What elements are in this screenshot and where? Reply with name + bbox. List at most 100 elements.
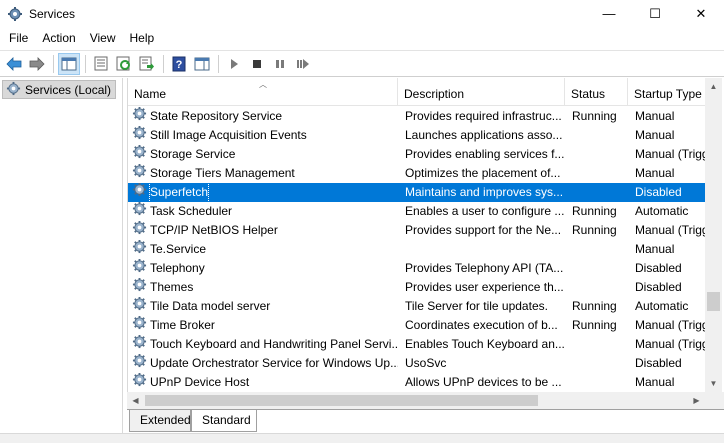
table-row[interactable]: Telephony Provides Telephony API (TA... Di…: [128, 259, 708, 278]
service-description: Optimizes the placement of...: [405, 166, 561, 180]
pause-service-button[interactable]: [269, 53, 291, 75]
service-name: Storage Service: [150, 147, 236, 161]
table-row[interactable]: Update Orchestrator Service for Windows …: [128, 354, 708, 373]
table-row[interactable]: Still Image Acquisition Events Launches a…: [128, 126, 708, 145]
horizontal-scrollbar[interactable]: ◀ ▶: [127, 392, 705, 409]
service-name-cell: Storage Service: [132, 145, 398, 164]
minimize-button[interactable]: —: [586, 0, 632, 27]
service-name: UPnP Device Host: [150, 375, 250, 389]
service-description: UsoSvc: [405, 356, 447, 370]
pause-service-icon: [276, 59, 284, 68]
column-header-description[interactable]: Description: [398, 78, 565, 106]
service-name: Tile Data model server: [150, 299, 271, 313]
close-button[interactable]: ✕: [678, 0, 724, 27]
table-row[interactable]: Touch Keyboard and Handwriting Panel Ser…: [128, 335, 708, 354]
table-row[interactable]: Te.Service Manual: [128, 240, 708, 259]
show-hide-console-tree-button[interactable]: [58, 52, 80, 75]
refresh-button[interactable]: [113, 53, 135, 75]
service-name-cell: TCP/IP NetBIOS Helper: [132, 221, 398, 240]
vertical-scroll-thumb[interactable]: [707, 292, 720, 311]
table-row[interactable]: Storage Tiers Management Optimizes the pl…: [128, 164, 708, 183]
service-gear-icon: [132, 221, 147, 240]
service-startup-type: Manual (Trigg: [635, 223, 708, 237]
scroll-right-icon[interactable]: ▶: [688, 392, 705, 409]
service-gear-icon: [132, 126, 147, 145]
service-startup-type: Manual: [635, 128, 675, 142]
properties-button[interactable]: [90, 53, 112, 75]
service-description: Provides user experience th...: [405, 280, 564, 294]
service-status: [572, 183, 630, 202]
table-row[interactable]: Tile Data model server Tile Server for ti…: [128, 297, 708, 316]
menu-action[interactable]: Action: [35, 28, 82, 49]
service-description: Tile Server for tile updates.: [405, 299, 548, 313]
service-gear-icon: [132, 145, 147, 164]
services-rows: State Repository Service Provides require…: [128, 107, 708, 392]
back-button[interactable]: [3, 53, 25, 75]
service-description: Enables a user to configure ...: [405, 204, 565, 218]
table-row[interactable]: Time Broker Coordinates execution of b...…: [128, 316, 708, 335]
service-startup-type: Automatic: [635, 204, 689, 218]
forward-button[interactable]: [26, 53, 48, 75]
table-row[interactable]: UPnP Device Host Allows UPnP devices to b…: [128, 373, 708, 392]
menu-view[interactable]: View: [83, 28, 123, 49]
service-status: [572, 373, 630, 392]
maximize-button[interactable]: ☐: [632, 0, 678, 27]
service-startup-type: Disabled: [635, 261, 682, 275]
table-row[interactable]: Storage Service Provides enabling service…: [128, 145, 708, 164]
table-row[interactable]: Superfetch Maintains and improves sys... D…: [128, 183, 708, 202]
service-gear-icon: [132, 107, 147, 126]
service-gear-icon: [132, 183, 147, 202]
horizontal-scroll-thumb[interactable]: [145, 395, 538, 406]
service-status: [572, 335, 630, 354]
scroll-down-icon[interactable]: ▼: [705, 375, 722, 392]
service-name: State Repository Service: [150, 109, 283, 123]
service-name: Superfetch: [148, 183, 210, 202]
service-startup-type: Manual: [635, 166, 675, 180]
vertical-scrollbar[interactable]: ▲ ▼: [705, 78, 722, 392]
service-startup-type: Manual (Trigg: [635, 337, 708, 351]
table-row[interactable]: Task Scheduler Enables a user to configur…: [128, 202, 708, 221]
scroll-up-icon[interactable]: ▲: [705, 78, 722, 95]
table-row[interactable]: TCP/IP NetBIOS Helper Provides support fo…: [128, 221, 708, 240]
column-header-status[interactable]: Status: [565, 78, 628, 106]
restart-service-button[interactable]: [292, 53, 314, 75]
service-startup-type: Disabled: [635, 356, 682, 370]
service-name-cell: Storage Tiers Management: [132, 164, 398, 183]
service-gear-icon: [132, 316, 147, 335]
service-gear-icon: [132, 164, 147, 183]
service-name-cell: Superfetch: [132, 183, 398, 202]
scroll-left-icon[interactable]: ◀: [127, 392, 144, 409]
service-description: Coordinates execution of b...: [405, 318, 558, 332]
svg-text:?: ?: [176, 59, 183, 71]
window-title: Services: [29, 6, 76, 21]
table-row[interactable]: Themes Provides user experience th... Disa…: [128, 278, 708, 297]
help-button[interactable]: ?: [168, 53, 190, 75]
service-gear-icon: [132, 240, 147, 259]
toolbar-separator: [163, 54, 164, 73]
column-header-name[interactable]: Name: [128, 78, 398, 106]
service-gear-icon: [132, 354, 147, 373]
service-name: Storage Tiers Management: [150, 166, 295, 180]
column-header-startup-type[interactable]: Startup Type: [628, 78, 708, 106]
service-startup-type: Disabled: [635, 185, 682, 199]
service-name-cell: Update Orchestrator Service for Windows …: [132, 354, 398, 373]
service-name-cell: Telephony: [132, 259, 398, 278]
stop-service-button[interactable]: [246, 53, 268, 75]
service-status: Running: [572, 204, 617, 218]
menu-help[interactable]: Help: [123, 28, 162, 49]
start-service-button[interactable]: [223, 53, 245, 75]
service-status: [572, 240, 630, 259]
show-hide-action-pane-button[interactable]: [191, 53, 213, 75]
tree-item-services-local[interactable]: Services (Local): [2, 80, 117, 99]
tab-standard[interactable]: Standard: [191, 410, 257, 432]
tab-extended[interactable]: Extended: [129, 410, 191, 432]
service-name-cell: Tile Data model server: [132, 297, 398, 316]
export-list-button[interactable]: [136, 53, 158, 75]
table-row[interactable]: State Repository Service Provides require…: [128, 107, 708, 126]
status-bar: [0, 433, 724, 443]
service-startup-type: Manual (Trigg: [635, 318, 708, 332]
service-status: [572, 164, 630, 183]
forward-arrow-icon: [29, 56, 45, 71]
services-gear-icon: [7, 6, 23, 22]
menu-file[interactable]: File: [0, 28, 35, 49]
